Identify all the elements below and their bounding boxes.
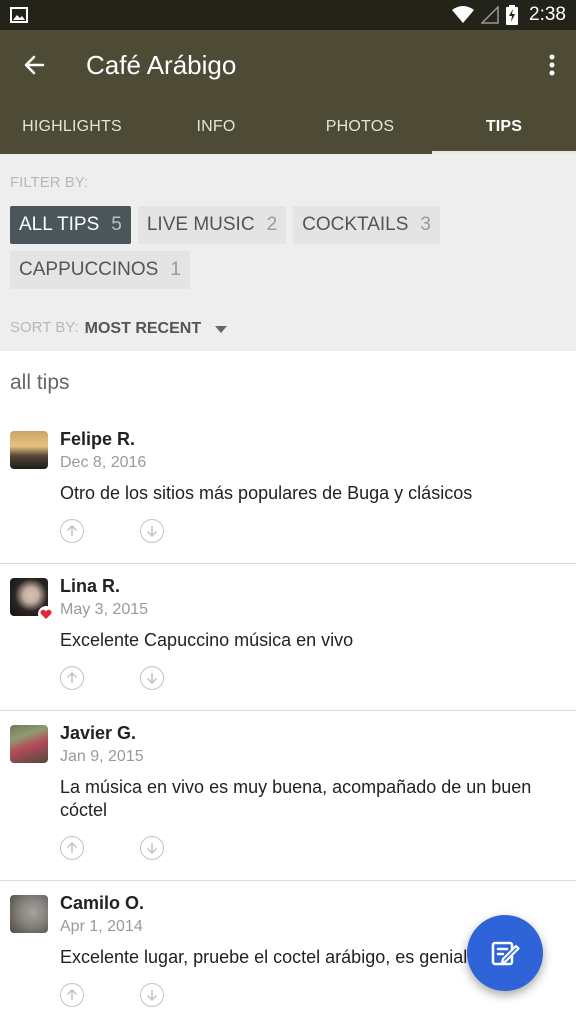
chip-count: 2 (266, 214, 278, 235)
tip-date: Dec 8, 2016 (60, 454, 147, 471)
tip-author[interactable]: Camilo O. (60, 893, 566, 914)
back-button[interactable] (4, 30, 64, 100)
upvote-button[interactable] (60, 519, 84, 543)
chip-count: 1 (170, 259, 181, 280)
arrow-up-icon (66, 525, 78, 536)
tab-bar: HIGHLIGHTS INFO PHOTOS TIPS (0, 100, 576, 154)
arrow-back-icon (24, 55, 45, 75)
sort-label: SORT BY: (10, 319, 79, 336)
vote-row (60, 519, 566, 543)
more-options-button[interactable] (528, 30, 576, 100)
chip-live-music[interactable]: LIVE MUSIC 2 (137, 206, 287, 244)
section-heading: all tips (10, 371, 70, 394)
chip-label: ALL TIPS (19, 214, 100, 235)
chip-cocktails[interactable]: COCKTAILS 3 (293, 206, 440, 244)
app-bar: Café Arábigo (0, 30, 576, 100)
filter-chips: ALL TIPS 5 LIVE MUSIC 2 COCKTAILS 3 CAPP… (10, 206, 566, 289)
chip-count: 3 (420, 214, 431, 235)
tab-highlights[interactable]: HIGHLIGHTS (0, 100, 144, 154)
avatar[interactable] (10, 431, 48, 469)
list-item: Lina R. May 3, 2015 Excelente Capuccino … (0, 564, 576, 711)
image-notification-icon (10, 7, 28, 23)
heart-icon (38, 606, 54, 622)
avatar[interactable] (10, 895, 48, 933)
avatar[interactable] (10, 578, 54, 622)
tip-text: Otro de los sitios más populares de Buga… (60, 483, 473, 503)
arrow-up-icon (66, 842, 78, 853)
list-item: Felipe R. Dec 8, 2016 Otro de los sitios… (0, 417, 576, 564)
tab-info[interactable]: INFO (144, 100, 288, 154)
tab-tips[interactable]: TIPS (432, 100, 576, 154)
battery-charging-icon (506, 5, 519, 25)
avatar[interactable] (10, 725, 48, 763)
vote-row (60, 666, 566, 690)
status-bar: 2:38 (0, 0, 576, 30)
arrow-up-icon (66, 989, 78, 1000)
upvote-button[interactable] (60, 666, 84, 690)
status-time: 2:38 (529, 4, 566, 25)
tip-author[interactable]: Javier G. (60, 723, 566, 744)
more-vert-icon (549, 54, 555, 76)
dropdown-caret-icon[interactable] (215, 325, 228, 333)
page-title: Café Arábigo (86, 49, 237, 80)
chip-all-tips[interactable]: ALL TIPS 5 (10, 206, 131, 244)
arrow-up-icon (66, 672, 78, 683)
upvote-button[interactable] (60, 983, 84, 1007)
upvote-button[interactable] (60, 836, 84, 860)
tip-author[interactable]: Felipe R. (60, 429, 566, 450)
tip-date: Jan 9, 2015 (60, 748, 144, 765)
chip-cappuccinos[interactable]: CAPPUCCINOS 1 (10, 251, 190, 289)
filter-label: FILTER BY: (10, 174, 89, 191)
signal-icon (481, 6, 499, 24)
chip-count: 5 (111, 214, 122, 235)
chip-label: CAPPUCCINOS (19, 259, 159, 280)
list-item: Javier G. Jan 9, 2015 La música en vivo … (0, 711, 576, 881)
sort-dropdown[interactable]: MOST RECENT (85, 320, 201, 338)
tip-author[interactable]: Lina R. (60, 576, 566, 597)
tip-text: Excelente lugar, pruebe el coctel arábig… (60, 947, 468, 967)
sort-row: SORT BY: MOST RECENT (10, 317, 566, 338)
arrow-down-icon (146, 843, 158, 854)
downvote-button[interactable] (140, 836, 164, 860)
tip-text: Excelente Capuccino música en vivo (60, 630, 354, 650)
vote-row (60, 836, 566, 860)
arrow-down-icon (146, 990, 158, 1001)
write-tip-fab[interactable] (467, 915, 543, 991)
downvote-button[interactable] (140, 983, 164, 1007)
arrow-down-icon (146, 673, 158, 684)
chip-label: LIVE MUSIC (146, 214, 255, 235)
filter-section: FILTER BY: ALL TIPS 5 LIVE MUSIC 2 COCKT… (0, 154, 576, 351)
tab-photos[interactable]: PHOTOS (288, 100, 432, 154)
downvote-button[interactable] (140, 519, 164, 543)
tip-date: May 3, 2015 (60, 601, 149, 618)
wifi-icon (452, 6, 475, 23)
arrow-down-icon (146, 526, 158, 537)
tip-text: La música en vivo es muy buena, acompaña… (60, 777, 532, 820)
chip-label: COCKTAILS (302, 214, 409, 235)
downvote-button[interactable] (140, 666, 164, 690)
write-tip-icon (491, 941, 520, 966)
